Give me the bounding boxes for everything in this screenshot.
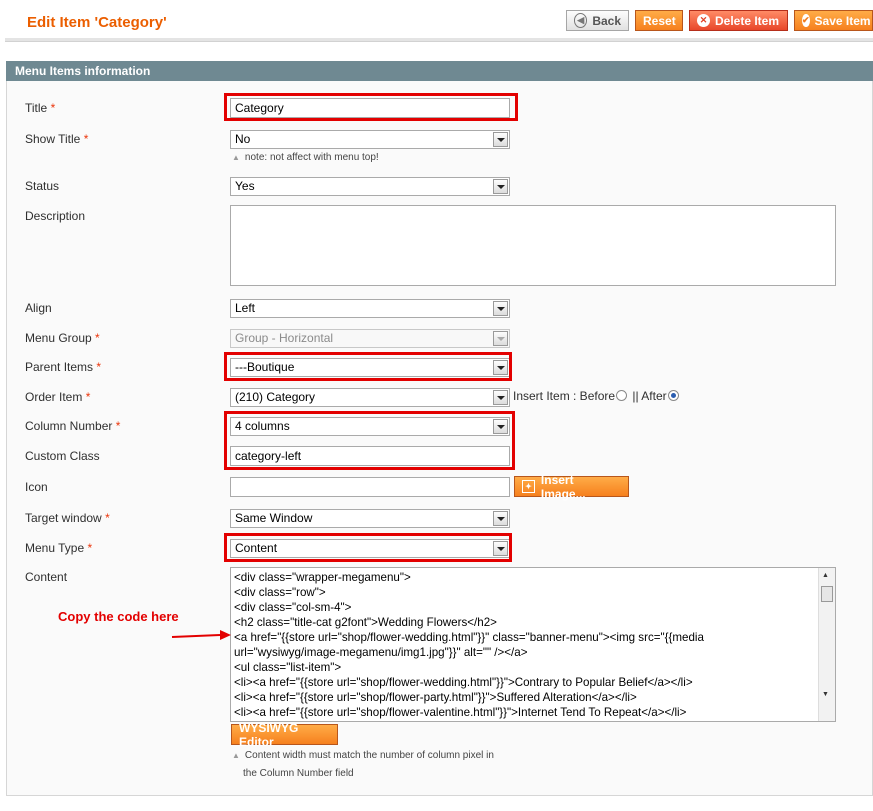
wysiwyg-editor-button[interactable]: WYSIWYG Editor [231, 721, 338, 749]
dropdown-arrow-icon [493, 132, 508, 147]
dropdown-arrow-icon [493, 390, 508, 405]
save-item-button[interactable]: ✔ Save Item [794, 10, 873, 31]
delete-icon: ✕ [697, 14, 710, 27]
title-label: Title * [25, 101, 56, 115]
code-line: <div class="row"> [234, 586, 326, 599]
description-textarea[interactable] [230, 205, 836, 286]
show-title-note: ▲ note: not affect with menu top! [232, 152, 379, 163]
radio-after[interactable] [667, 390, 679, 401]
scroll-thumb[interactable] [821, 586, 833, 602]
dropdown-arrow-icon [493, 331, 508, 346]
menu-group-select: Group - Horizontal [230, 329, 510, 348]
content-textarea[interactable]: <div class="wrapper-megamenu"> <div clas… [230, 567, 836, 722]
highlight-menu-type [224, 533, 512, 562]
code-line: <div class="col-sm-4"> [234, 601, 352, 614]
content-note: ▲ Content width must match the number of … [232, 750, 494, 761]
checkmark-icon: ✔ [802, 14, 810, 27]
dropdown-arrow-icon [493, 179, 508, 194]
save-label: Save Item [814, 13, 871, 28]
target-window-label: Target window * [25, 511, 110, 525]
back-button[interactable]: ◀ Back [566, 10, 629, 31]
content-note-line2: the Column Number field [243, 768, 354, 779]
icon-label: Icon [25, 480, 48, 494]
menu-group-label: Menu Group * [25, 331, 100, 345]
content-label: Content [25, 570, 68, 584]
scroll-down-icon[interactable]: ▼ [822, 691, 829, 698]
highlight-columns-class [224, 411, 515, 470]
page-title: Edit Item 'Category' [27, 14, 167, 31]
align-select[interactable]: Left [230, 299, 510, 318]
custom-class-label: Custom Class [25, 449, 100, 463]
reset-button[interactable]: Reset [635, 10, 683, 31]
wysiwyg-label: WYSIWYG Editor [239, 720, 299, 749]
insert-position-group: Insert Item : Before || After [513, 389, 681, 403]
status-select[interactable]: Yes [230, 177, 510, 196]
annotation-arrow-icon [171, 630, 231, 640]
show-title-label: Show Title * [25, 132, 89, 146]
header-divider [5, 38, 873, 42]
image-icon: ✦ [522, 480, 535, 493]
code-line: <li><a href="{{store url="shop/flower-pa… [234, 691, 637, 704]
order-item-select[interactable]: (210) Category [230, 388, 510, 407]
status-label: Status [25, 179, 60, 193]
reset-label: Reset [643, 13, 676, 28]
highlight-parent-items [224, 352, 512, 381]
target-window-select[interactable]: Same Window [230, 509, 510, 528]
code-line: <ul class="list-item"> [234, 661, 342, 674]
dropdown-arrow-icon [493, 301, 508, 316]
code-line: <li><a href="{{store url="shop/flower-va… [234, 706, 687, 719]
order-item-label: Order Item * [25, 390, 91, 404]
code-line: <a href="{{store url="shop/flower-weddin… [234, 631, 704, 644]
note-triangle-icon: ▲ [232, 153, 240, 162]
annotation-text: Copy the code here [58, 609, 179, 624]
back-label: Back [592, 13, 621, 28]
code-line: <h2 class="title-cat g2font">Wedding Flo… [234, 616, 497, 629]
back-arrow-icon: ◀ [574, 13, 588, 28]
content-scrollbar[interactable]: ▲ ▼ [818, 568, 835, 721]
column-number-label: Column Number * [25, 419, 121, 433]
delete-label: Delete Item [715, 13, 780, 28]
note-triangle-icon: ▲ [232, 751, 240, 760]
code-line: url="wysiwyg/image-megamenu/img1.jpg"}}"… [234, 646, 528, 659]
description-label: Description [25, 209, 86, 223]
highlight-title [224, 93, 518, 121]
radio-before[interactable] [616, 390, 628, 401]
align-label: Align [25, 301, 52, 315]
icon-input[interactable] [230, 477, 510, 497]
show-title-select[interactable]: No [230, 130, 510, 149]
menu-type-label: Menu Type * [25, 541, 93, 555]
dropdown-arrow-icon [493, 511, 508, 526]
code-line: <div class="wrapper-megamenu"> [234, 571, 411, 584]
scroll-up-icon[interactable]: ▲ [822, 572, 829, 579]
parent-items-label: Parent Items * [25, 360, 102, 374]
insert-image-label: Insert Image... [540, 472, 586, 501]
fieldset-title: Menu Items information [6, 61, 873, 81]
delete-item-button[interactable]: ✕ Delete Item [689, 10, 788, 31]
insert-image-button[interactable]: ✦ Insert Image... [514, 473, 629, 501]
code-line: <li><a href="{{store url="shop/flower-we… [234, 676, 693, 689]
